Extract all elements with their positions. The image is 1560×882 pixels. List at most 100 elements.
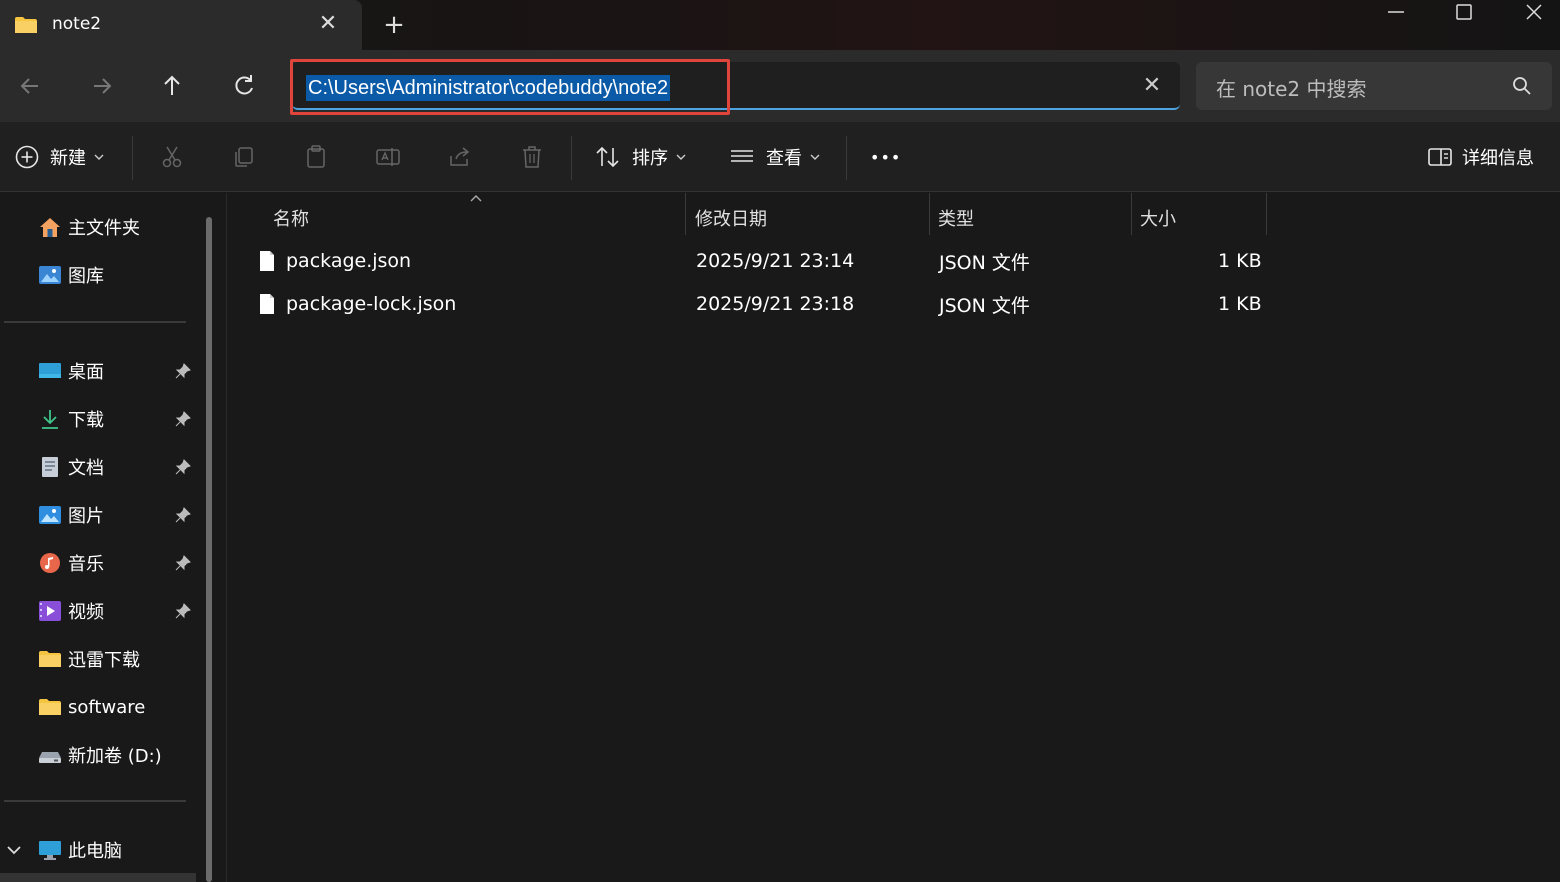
sidebar-item-music[interactable]: 音乐 xyxy=(38,548,104,578)
navigation-pane: 主文件夹 图库 桌面 下载 文档 图片 音乐 视频 迅雷下载 software … xyxy=(0,193,222,882)
new-label: 新建 xyxy=(50,148,86,169)
tab-close-button[interactable]: ✕ xyxy=(316,12,340,36)
column-header-size[interactable]: 大小 xyxy=(1140,201,1176,235)
details-pane-icon xyxy=(1428,148,1452,166)
sidebar-item-desktop[interactable]: 桌面 xyxy=(38,356,104,386)
details-label: 详细信息 xyxy=(1462,148,1534,169)
toolbar-divider xyxy=(132,136,133,180)
home-icon xyxy=(40,218,60,237)
file-type: JSON 文件 xyxy=(939,251,1030,274)
more-options-button[interactable]: ••• xyxy=(870,140,901,174)
sidebar-item-software[interactable]: software xyxy=(38,692,145,722)
file-modified: 2025/9/21 23:18 xyxy=(696,293,855,315)
search-input[interactable]: 在 note2 中搜索 xyxy=(1196,62,1552,110)
sidebar-divider xyxy=(4,800,186,802)
tab-title: note2 xyxy=(52,14,102,34)
view-button[interactable]: 查看 xyxy=(728,140,822,174)
delete-icon[interactable] xyxy=(519,144,545,170)
file-name: package-lock.json xyxy=(286,293,457,315)
pin-icon[interactable] xyxy=(174,554,192,572)
sort-label: 排序 xyxy=(632,148,668,169)
sidebar-item-label: 音乐 xyxy=(68,554,104,575)
cut-icon[interactable] xyxy=(159,144,185,170)
sidebar-item-label: 主文件夹 xyxy=(68,218,140,239)
file-size: 1 KB xyxy=(1218,250,1262,272)
column-divider[interactable] xyxy=(929,193,930,235)
details-button[interactable]: 详细信息 xyxy=(1426,140,1534,174)
sidebar-item-label: 视频 xyxy=(68,602,104,623)
chevron-down-icon[interactable] xyxy=(6,843,22,857)
table-row[interactable]: package-lock.json 2025/9/21 23:18 JSON 文… xyxy=(251,284,1271,324)
file-list: 名称 修改日期 类型 大小 package.json 2025/9/21 23:… xyxy=(226,193,1560,882)
pin-icon[interactable] xyxy=(174,410,192,428)
address-path[interactable]: C:\Users\Administrator\codebuddy\note2 xyxy=(306,75,671,101)
folder-icon xyxy=(39,651,61,667)
sidebar-item-downloads[interactable]: 下载 xyxy=(38,404,104,434)
close-window-button[interactable] xyxy=(1504,0,1560,28)
title-bar: note2 ✕ + xyxy=(0,0,1560,50)
sidebar-item-label: 迅雷下载 xyxy=(68,650,140,671)
file-icon xyxy=(260,294,274,314)
refresh-button[interactable] xyxy=(228,72,260,100)
toolbar-divider xyxy=(571,136,572,180)
toolbar-divider xyxy=(846,136,847,180)
pin-icon[interactable] xyxy=(174,362,192,380)
new-button[interactable]: 新建 xyxy=(14,140,106,174)
add-circle-icon xyxy=(15,145,39,169)
sidebar-item-drive-d[interactable]: 新加卷 (D:) xyxy=(38,740,162,770)
sidebar-item-pictures[interactable]: 图片 xyxy=(38,500,104,530)
sidebar-item-this-pc[interactable]: 此电脑 xyxy=(38,835,122,865)
paste-icon[interactable] xyxy=(303,144,329,170)
folder-icon xyxy=(39,699,61,715)
forward-button[interactable] xyxy=(86,72,118,100)
pin-icon[interactable] xyxy=(174,458,192,476)
pin-icon[interactable] xyxy=(174,602,192,620)
sidebar-item-label: 图库 xyxy=(68,266,104,287)
search-icon xyxy=(1513,77,1531,95)
sidebar-item-label: 新加卷 (D:) xyxy=(68,746,162,767)
back-button[interactable] xyxy=(14,72,46,100)
chevron-down-icon xyxy=(94,154,104,160)
rename-icon[interactable] xyxy=(375,144,401,170)
search-placeholder: 在 note2 中搜索 xyxy=(1216,77,1367,101)
sidebar-item-label: 下载 xyxy=(68,410,104,431)
sidebar-selected-row xyxy=(0,873,196,882)
chevron-down-icon xyxy=(810,154,820,160)
tab-note2[interactable]: note2 ✕ xyxy=(0,0,362,50)
column-header-modified[interactable]: 修改日期 xyxy=(695,201,767,235)
copy-icon[interactable] xyxy=(231,144,257,170)
file-modified: 2025/9/21 23:14 xyxy=(696,250,855,272)
sidebar-divider xyxy=(4,321,186,323)
column-header-type[interactable]: 类型 xyxy=(938,201,974,235)
sidebar-scrollbar[interactable] xyxy=(206,217,212,882)
address-clear-button[interactable]: ✕ xyxy=(1140,74,1164,98)
sidebar-item-documents[interactable]: 文档 xyxy=(38,452,104,482)
sidebar-item-label: 桌面 xyxy=(68,362,104,383)
document-icon xyxy=(42,457,58,477)
column-header-name[interactable]: 名称 xyxy=(273,201,309,235)
up-button[interactable] xyxy=(156,72,188,100)
new-tab-button[interactable]: + xyxy=(382,12,406,38)
music-icon xyxy=(40,553,60,573)
command-bar: 新建 排序 查看 ••• 详细信息 xyxy=(0,122,1560,192)
maximize-button[interactable] xyxy=(1434,0,1494,28)
sidebar-item-videos[interactable]: 视频 xyxy=(38,596,104,626)
column-divider[interactable] xyxy=(685,193,686,235)
address-row: C:\Users\Administrator\codebuddy\note2 ✕… xyxy=(0,50,1560,122)
table-row[interactable]: package.json 2025/9/21 23:14 JSON 文件 1 K… xyxy=(251,241,1271,281)
sort-icon xyxy=(596,146,619,168)
file-icon xyxy=(260,251,274,271)
column-divider[interactable] xyxy=(1266,193,1267,235)
share-icon[interactable] xyxy=(447,144,473,170)
column-divider[interactable] xyxy=(1131,193,1132,235)
sidebar-item-label: 文档 xyxy=(68,458,104,479)
minimize-button[interactable] xyxy=(1366,0,1426,28)
pin-icon[interactable] xyxy=(174,506,192,524)
sidebar-item-xunlei[interactable]: 迅雷下载 xyxy=(38,644,140,674)
sidebar-item-home[interactable]: 主文件夹 xyxy=(38,212,140,242)
drive-icon xyxy=(39,752,61,763)
view-list-icon xyxy=(731,150,753,162)
sidebar-item-gallery[interactable]: 图库 xyxy=(38,260,104,290)
file-size: 1 KB xyxy=(1218,293,1262,315)
sort-button[interactable]: 排序 xyxy=(594,140,688,174)
